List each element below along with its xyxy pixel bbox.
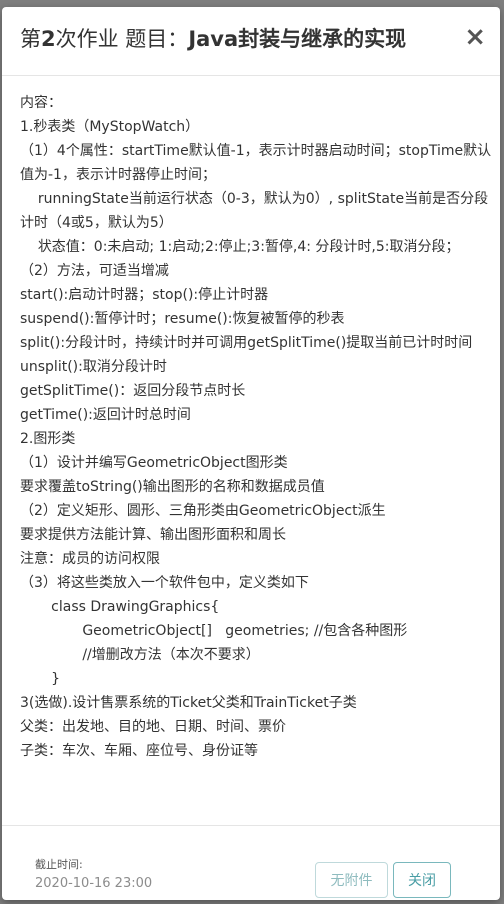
close-button[interactable]: 关闭 xyxy=(393,862,451,898)
title-number: 2 xyxy=(41,27,56,51)
content-line: 要求覆盖toString()输出图形的名称和数据成员值 xyxy=(20,479,325,495)
content-line: 子类：车次、车厢、座位号、身份证等 xyxy=(20,743,258,759)
content-line: （3）将这些类放入一个软件包中，定义类如下 xyxy=(20,575,309,591)
content-line: 1.秒表类（MyStopWatch） xyxy=(20,119,200,135)
content-line: getSplitTime()：返回分段节点时长 xyxy=(20,383,246,399)
content-line: 2.图形类 xyxy=(20,431,76,447)
title-assignment-name: Java封装与继承的实现 xyxy=(188,27,407,51)
deadline-value: 2020-10-16 23:00 xyxy=(35,876,153,891)
content-line: 内容： xyxy=(20,95,62,111)
dialog-header: 第2次作业 题目：Java封装与继承的实现 × xyxy=(2,7,500,76)
content-line: class DrawingGraphics{ xyxy=(20,599,220,615)
content-line: } xyxy=(20,671,61,687)
title-prefix: 第 xyxy=(20,27,41,51)
content-line: 3(选做).设计售票系统的Ticket父类和TrainTicket子类 xyxy=(20,695,357,711)
close-icon[interactable]: × xyxy=(464,23,486,51)
no-attachment-button[interactable]: 无附件 xyxy=(315,862,388,898)
dialog-title: 第2次作业 题目：Java封装与继承的实现 xyxy=(20,25,406,53)
content-line: 注意：成员的访问权限 xyxy=(20,551,160,567)
content-line: runningState当前运行状态（0-3，默认为0）, splitState… xyxy=(20,191,489,231)
content-line: //增删改方法（本次不要求） xyxy=(20,647,260,663)
content-line: suspend():暂停计时；resume():恢复被暂停的秒表 xyxy=(20,311,345,327)
content-line: （1）4个属性：startTime默认值-1，表示计时器启动时间；stopTim… xyxy=(20,143,492,183)
content-line: 父类：出发地、目的地、日期、时间、票价 xyxy=(20,719,286,735)
assignment-dialog: 第2次作业 题目：Java封装与继承的实现 × 内容： 1.秒表类（MyStop… xyxy=(2,7,500,900)
dialog-footer: 截止时间: 2020-10-16 23:00 无附件 关闭 xyxy=(2,825,500,900)
content-line: start():启动计时器；stop():停止计时器 xyxy=(20,287,269,303)
content-line: （2）定义矩形、圆形、三角形类由GeometricObject派生 xyxy=(20,503,386,519)
content-line: GeometricObject[] geometries; //包含各种图形 xyxy=(20,623,408,639)
title-mid: 次作业 题目： xyxy=(55,27,189,51)
content-line: 状态值：0:未启动; 1:启动;2:停止;3:暂停,4: 分段计时,5:取消分段… xyxy=(20,239,460,255)
deadline-label: 截止时间: xyxy=(35,858,83,871)
content-line: （1）设计并编写GeometricObject图形类 xyxy=(20,455,288,471)
content-line: getTime():返回计时总时间 xyxy=(20,407,191,423)
content-line: 要求提供方法能计算、输出图形面积和周长 xyxy=(20,527,286,543)
content-line: unsplit():取消分段计时 xyxy=(20,359,167,375)
assignment-content: 内容： 1.秒表类（MyStopWatch） （1）4个属性：startTime… xyxy=(20,91,492,763)
content-line: （2）方法，可适当增减 xyxy=(20,263,169,279)
content-line: split():分段计时，持续计时并可调用getSplitTime()提取当前已… xyxy=(20,335,473,351)
